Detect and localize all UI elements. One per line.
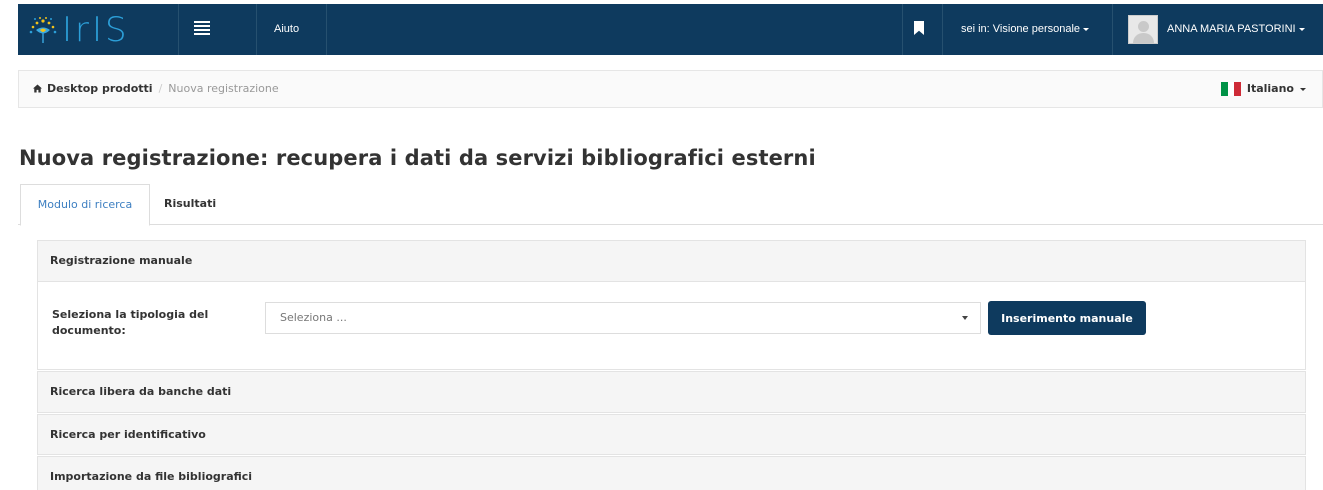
panel-ricerca-libera[interactable]: Ricerca libera da banche dati (37, 371, 1306, 413)
user-menu-dropdown[interactable]: ANNA MARIA PASTORINI (1167, 4, 1305, 55)
panel-heading-importazione-file: Importazione da file bibliografici (50, 470, 253, 483)
nav-divider (942, 4, 943, 55)
chevron-down-icon (1300, 87, 1306, 91)
hamburger-menu-icon[interactable] (194, 21, 210, 37)
panel-body-registrazione-manuale: Seleziona la tipologia del documento: Se… (38, 281, 1305, 369)
breadcrumb-current: Nuova registrazione (168, 82, 279, 95)
logo-text: IrIS (62, 10, 130, 50)
chevron-down-icon (962, 316, 968, 320)
breadcrumb-separator: / (158, 82, 163, 95)
user-avatar[interactable] (1128, 15, 1158, 44)
panel-importazione-file[interactable]: Importazione da file bibliografici (37, 456, 1306, 490)
chevron-down-icon (1083, 27, 1090, 31)
nav-divider (256, 4, 257, 55)
bookmark-icon[interactable] (914, 21, 924, 35)
nav-divider (1112, 4, 1113, 55)
panel-heading-ricerca-libera: Ricerca libera da banche dati (50, 385, 232, 398)
view-selector-dropdown[interactable]: sei in: Visione personale (961, 4, 1090, 55)
panel-registrazione-manuale: Registrazione manuale Seleziona la tipol… (37, 240, 1306, 370)
tab-bar: Modulo di ricerca Risultati (18, 184, 1323, 226)
panel-heading-registrazione-manuale[interactable]: Registrazione manuale (38, 241, 1305, 281)
nav-divider (178, 4, 179, 55)
document-type-label: Seleziona la tipologia del documento: (52, 308, 209, 337)
home-icon[interactable] (33, 84, 42, 93)
panel-ricerca-per-identificativo[interactable]: Ricerca per identificativo (37, 414, 1306, 455)
language-selector[interactable]: Italiano (1220, 71, 1306, 107)
iris-logo[interactable]: IrIS (28, 10, 148, 50)
document-type-select[interactable]: Seleziona ... (265, 302, 981, 334)
help-link[interactable]: Aiuto (274, 4, 299, 55)
top-navbar: IrIS Aiuto sei in: Visione personale ANN… (18, 4, 1323, 55)
language-label: Italiano (1246, 82, 1294, 95)
breadcrumb: Desktop prodotti / Nuova registrazione Ita… (18, 70, 1323, 108)
manual-entry-button[interactable]: Inserimento manuale (988, 301, 1146, 335)
iris-flower-icon (29, 17, 57, 43)
user-name: ANNA MARIA PASTORINI (1167, 23, 1296, 35)
page-title: Nuova registrazione: recupera i dati da … (19, 146, 816, 170)
view-selector-label: sei in: Visione personale (961, 23, 1081, 35)
tab-modulo-di-ricerca[interactable]: Modulo di ricerca (20, 184, 150, 226)
panel-heading-ricerca-per-identificativo: Ricerca per identificativo (50, 428, 206, 441)
nav-divider (902, 4, 903, 55)
italian-flag-icon (1220, 82, 1241, 96)
chevron-down-icon (1298, 27, 1305, 31)
nav-divider (326, 4, 327, 55)
tab-risultati[interactable]: Risultati (150, 184, 230, 225)
breadcrumb-desktop-prodotti[interactable]: Desktop prodotti (47, 82, 153, 95)
select-placeholder: Seleziona ... (280, 311, 347, 324)
